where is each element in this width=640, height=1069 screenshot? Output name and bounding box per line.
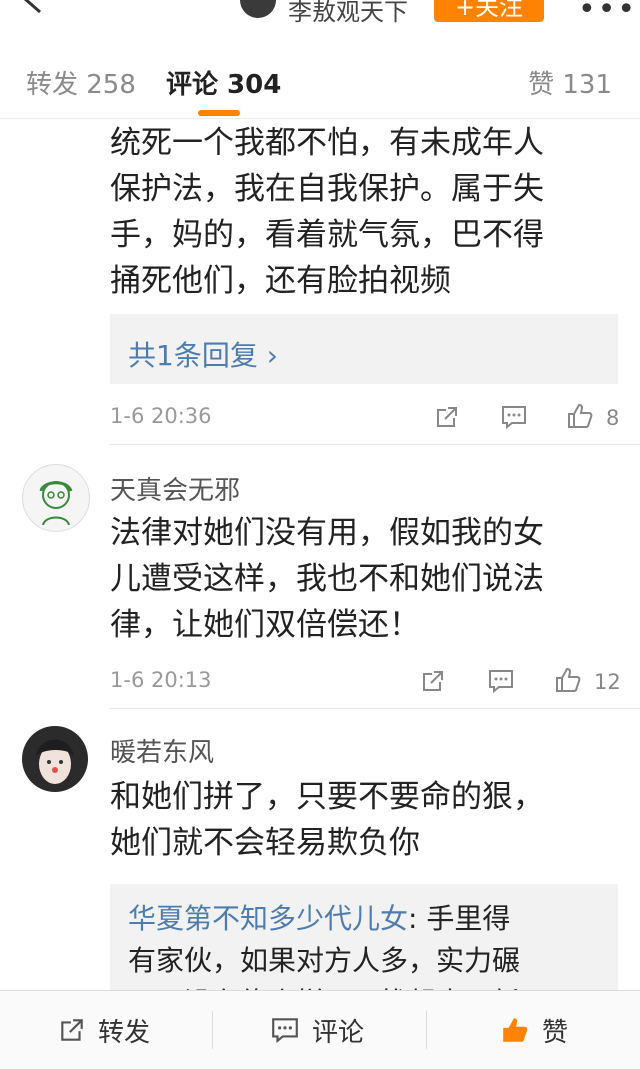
- comment-text-line: 捅死他们，还有脸拍视频: [110, 263, 451, 299]
- tab-comment[interactable]: 评论 304: [166, 64, 281, 101]
- comment-text-line: 和她们拼了，只要不要命的狠，: [110, 779, 544, 815]
- like-label: 赞: [542, 1017, 569, 1048]
- reply-username[interactable]: 华夏第不知多少代儿女: [128, 902, 408, 935]
- reply-icon[interactable]: [487, 668, 515, 694]
- tab-bar: 转发 258 评论 304 赞 131: [0, 40, 640, 119]
- more-options-icon[interactable]: •••: [578, 0, 637, 27]
- view-replies-link[interactable]: 共1条回复 ›: [128, 334, 278, 374]
- reply-text-line: : 手里得: [408, 902, 511, 935]
- comment-text-line: 她们就不会轻易欺负你: [110, 825, 420, 861]
- user-avatar[interactable]: [22, 464, 90, 532]
- author-avatar[interactable]: [240, 0, 276, 18]
- separator: [426, 1011, 427, 1049]
- tab-like[interactable]: 赞 131: [528, 64, 612, 101]
- comment-text-line: 保护法，我在自我保护。属于失: [110, 171, 544, 207]
- comment-label: 评论: [312, 1017, 365, 1048]
- like-button[interactable]: 赞: [500, 991, 568, 1069]
- divider: [110, 708, 640, 709]
- top-nav-bar: 李敖观天下 +关注 •••: [0, 0, 640, 41]
- like-icon[interactable]: [554, 666, 582, 694]
- like-count: 8: [606, 406, 620, 430]
- divider: [110, 444, 640, 445]
- reply-text-line: 有家伙，如果对方人多，实力碾: [128, 944, 521, 977]
- share-icon[interactable]: [420, 668, 446, 694]
- comment-text: 法律对她们没有用，假如我的女 儿遭受这样，我也不和她们说法 律，让她们双倍偿还！: [110, 510, 622, 648]
- share-icon: [61, 1019, 83, 1041]
- active-tab-indicator: [198, 110, 240, 116]
- follow-button[interactable]: +关注: [434, 0, 544, 22]
- reply-icon[interactable]: [500, 404, 528, 430]
- comment-text-line: 律，让她们双倍偿还！: [110, 607, 420, 643]
- comment-timestamp: 1-6 20:36: [110, 404, 212, 428]
- repost-label: 转发: [98, 1017, 151, 1048]
- share-icon[interactable]: [434, 404, 460, 430]
- comment-timestamp: 1-6 20:13: [110, 668, 212, 692]
- like-count: 12: [594, 670, 621, 694]
- comment-username[interactable]: 暖若东风: [110, 732, 214, 769]
- comment-button[interactable]: 评论: [270, 991, 364, 1069]
- comment-text-line: 手，妈的，看着就气氛，巴不得: [110, 217, 544, 253]
- tab-repost[interactable]: 转发 258: [26, 64, 136, 101]
- comment-text: 和她们拼了，只要不要命的狠， 她们就不会轻易欺负你: [110, 774, 622, 866]
- like-icon[interactable]: [566, 402, 594, 430]
- author-name[interactable]: 李敖观天下: [288, 0, 408, 27]
- user-avatar[interactable]: [22, 726, 88, 792]
- reply-summary-box[interactable]: 共1条回复 ›: [110, 314, 618, 384]
- comment-text: 统死一个我都不怕，有未成年人 保护法，我在自我保护。属于失 手，妈的，看着就气氛…: [110, 120, 622, 304]
- comment-text-line: 统死一个我都不怕，有未成年人: [110, 125, 544, 161]
- repost-button[interactable]: 转发: [58, 991, 150, 1069]
- separator: [212, 1011, 213, 1049]
- comment-text-line: 法律对她们没有用，假如我的女: [110, 515, 544, 551]
- comment-icon: [272, 1018, 298, 1043]
- comment-text-line: 儿遭受这样，我也不和她们说法: [110, 561, 544, 597]
- thumbs-up-icon: [503, 1018, 528, 1042]
- back-arrow-icon[interactable]: [18, 0, 54, 14]
- bottom-action-bar: 转发 评论 赞: [0, 990, 640, 1069]
- comment-username[interactable]: 天真会无邪: [110, 470, 240, 507]
